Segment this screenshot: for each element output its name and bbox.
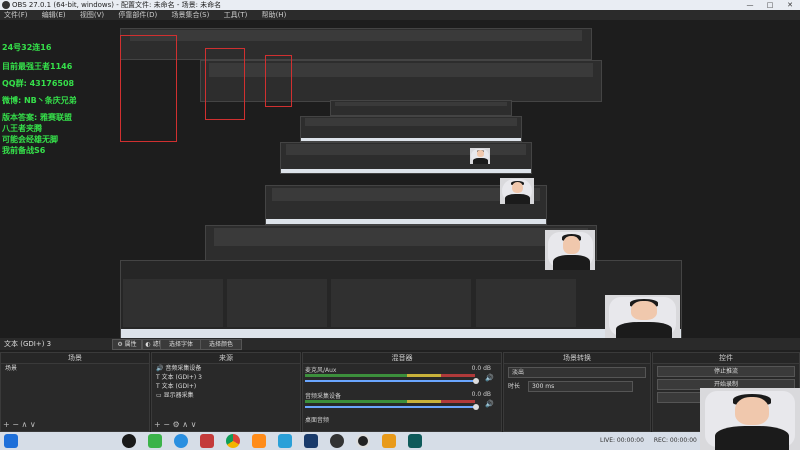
speaker-icon[interactable]: 🔊 <box>485 400 494 408</box>
select-font-button[interactable]: 选择字体 <box>160 339 202 350</box>
overlay-line: 八王者夹腾 <box>2 124 42 133</box>
channel-name: 桌面音频 <box>305 417 330 424</box>
overlay-line: 目前最强王者1146 <box>2 62 73 71</box>
source-toolbar: 文本 (GDI+) 3 ⚙ 属性 ◐ 滤镜 选择字体 选择颜色 <box>0 338 800 350</box>
source-item[interactable]: T 文本 (GDI+) 3 <box>152 373 300 382</box>
obs-icon[interactable] <box>330 434 344 448</box>
mixer-header: 混音器 <box>303 353 501 364</box>
nested-preview <box>280 142 532 174</box>
transitions-dock: 场景转换 淡出 时长 300 ms <box>503 352 651 432</box>
source-item[interactable]: T 文本 (GDI+) <box>152 382 300 391</box>
menu-docks[interactable]: 停靠部件(D) <box>118 10 157 20</box>
source-item[interactable]: ▭ 显示器采集 <box>152 391 300 400</box>
nested-preview <box>120 260 682 340</box>
close-button[interactable]: ✕ <box>780 0 800 10</box>
play-icon[interactable] <box>148 434 162 448</box>
menu-file[interactable]: 文件(F) <box>4 10 28 20</box>
volume-slider[interactable] <box>305 380 475 382</box>
mixer-channel-mic: 麦克风/Aux 0.0 dB 🔊 <box>305 365 499 385</box>
overlay-line: 版本答案: 雅赛联盟 <box>2 113 72 122</box>
volume-knob[interactable] <box>473 378 479 384</box>
scenes-toolbar[interactable]: + − ∧ ∨ <box>3 420 36 429</box>
scenes-header: 场景 <box>1 353 149 364</box>
scenes-dock: 场景 场景 + − ∧ ∨ <box>0 352 150 432</box>
chrome-icon[interactable] <box>226 434 240 448</box>
app-icon[interactable] <box>278 434 292 448</box>
channel-name: 音频采集设备 <box>305 393 342 400</box>
webcam-feed <box>470 148 490 164</box>
game-icon[interactable] <box>200 434 214 448</box>
volume-knob[interactable] <box>473 404 479 410</box>
speaker-icon[interactable]: 🔊 <box>485 374 494 382</box>
duration-label: 时长 <box>508 383 521 390</box>
channel-level: 0.0 dB <box>471 365 491 372</box>
stream-info-overlay: 24号32连16 目前最强王者1146 QQ群: 43176508 微博: NB… <box>2 42 77 156</box>
window-controls: — □ ✕ <box>740 0 800 10</box>
overlay-line: 可能会经雄无脚 <box>2 135 58 144</box>
music-icon[interactable] <box>252 434 266 448</box>
circle-icon[interactable] <box>356 434 370 448</box>
preview-canvas[interactable]: 24号32连16 目前最强王者1146 QQ群: 43176508 微博: NB… <box>0 20 800 340</box>
league-icon[interactable] <box>408 434 422 448</box>
sources-dock: 来源 🔊 音频采集设备 T 文本 (GDI+) 3 T 文本 (GDI+) ▭ … <box>151 352 301 432</box>
source-item[interactable]: 🔊 音频采集设备 <box>152 364 300 373</box>
stop-streaming-button[interactable]: 停止推流 <box>657 366 795 377</box>
menu-tools[interactable]: 工具(T) <box>224 10 248 20</box>
app-icon[interactable] <box>304 434 318 448</box>
nested-overlay-box <box>205 48 245 120</box>
window-title: OBS 27.0.1 (64-bit, windows) - 配置文件: 未命名… <box>12 1 222 9</box>
webcam-feed <box>605 295 680 338</box>
transitions-header: 场景转换 <box>504 353 650 364</box>
properties-button[interactable]: ⚙ 属性 <box>112 339 142 350</box>
menu-edit[interactable]: 编辑(E) <box>42 10 66 20</box>
volume-meter <box>305 400 475 403</box>
nested-preview <box>120 28 592 60</box>
maximize-button[interactable]: □ <box>760 0 780 10</box>
sogou-icon[interactable] <box>174 434 188 448</box>
mixer-dock: 混音器 麦克风/Aux 0.0 dB 🔊 音频采集设备 0.0 dB 🔊 桌面音… <box>302 352 502 432</box>
start-icon[interactable] <box>4 434 18 448</box>
nested-preview <box>300 116 522 142</box>
sources-toolbar[interactable]: + − ⚙ ∧ ∨ <box>154 420 196 429</box>
live-status: LIVE: 00:00:00 <box>600 437 644 444</box>
qq-icon[interactable] <box>122 434 136 448</box>
current-source-label: 文本 (GDI+) 3 <box>4 340 52 348</box>
menu-bar: 文件(F) 编辑(E) 视图(V) 停靠部件(D) 场景集合(S) 工具(T) … <box>0 10 800 20</box>
window-titlebar: OBS 27.0.1 (64-bit, windows) - 配置文件: 未命名… <box>0 0 800 10</box>
webcam-feed <box>500 178 534 204</box>
nested-overlay-box <box>265 55 292 107</box>
minimize-button[interactable]: — <box>740 0 760 10</box>
overlay-line: 24号32连16 <box>2 43 52 52</box>
system-tray: LIVE: 00:00:00 REC: 00:00:00 <box>600 432 697 450</box>
mixer-channel-capture: 音频采集设备 0.0 dB 🔊 <box>305 391 499 411</box>
nested-overlay-box <box>120 35 177 142</box>
select-color-button[interactable]: 选择颜色 <box>200 339 242 350</box>
scene-item[interactable]: 场景 <box>1 364 149 373</box>
transition-select[interactable]: 淡出 <box>508 367 646 378</box>
windows-taskbar: LIVE: 00:00:00 REC: 00:00:00 <box>0 432 800 450</box>
webcam-overlay <box>700 388 800 450</box>
overlay-line: 我前备战S6 <box>2 146 46 155</box>
volume-meter <box>305 374 475 377</box>
overlay-line: QQ群: 43176508 <box>2 79 75 88</box>
menu-view[interactable]: 视图(V) <box>80 10 104 20</box>
menu-help[interactable]: 帮助(H) <box>262 10 287 20</box>
channel-level: 0.0 dB <box>471 391 491 398</box>
webcam-feed <box>545 230 595 270</box>
obs-logo-icon <box>2 1 10 9</box>
channel-name: 麦克风/Aux <box>305 367 337 374</box>
duration-row: 时长 300 ms <box>508 381 646 392</box>
question-icon[interactable] <box>382 434 396 448</box>
sources-header: 来源 <box>152 353 300 364</box>
overlay-line: 微博: NB丶条庆兄弟 <box>2 96 77 105</box>
nested-preview <box>200 60 602 102</box>
menu-scene-collection[interactable]: 场景集合(S) <box>171 10 209 20</box>
nested-preview <box>330 100 512 116</box>
duration-input[interactable]: 300 ms <box>527 381 633 392</box>
volume-slider[interactable] <box>305 406 475 408</box>
controls-header: 控件 <box>653 353 799 364</box>
rec-status: REC: 00:00:00 <box>653 437 697 444</box>
